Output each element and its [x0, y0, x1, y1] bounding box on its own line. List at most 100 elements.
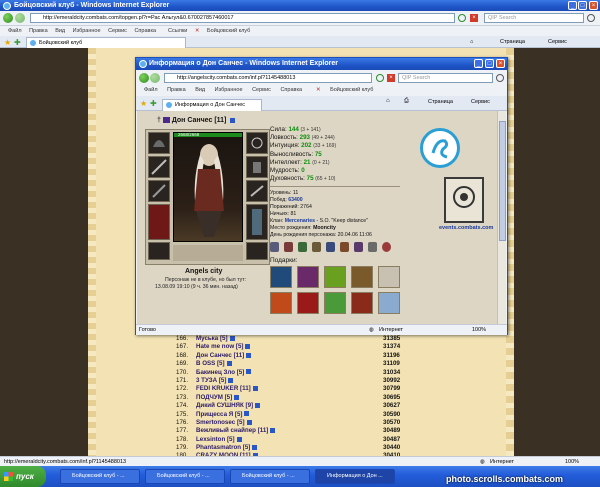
popup-close-button[interactable]: ×	[496, 59, 505, 68]
outer-tools-menu[interactable]: Сервис	[548, 36, 567, 48]
info-icon[interactable]	[234, 394, 240, 400]
info-icon[interactable]	[255, 402, 261, 408]
rank-player-name[interactable]: Муська	[196, 335, 218, 342]
effect-icon[interactable]	[270, 242, 279, 252]
effect-icon[interactable]	[298, 242, 307, 252]
events-banner[interactable]	[444, 177, 484, 223]
events-link[interactable]: events.combats.com	[439, 225, 493, 231]
gift-item[interactable]	[351, 292, 373, 314]
stop-icon[interactable]: ×	[470, 14, 478, 22]
rank-player-name[interactable]: FEDI KRUKER	[196, 385, 238, 392]
add-favorites-icon[interactable]: ✚	[14, 38, 21, 47]
popup-menu-file[interactable]: Файл	[144, 87, 158, 93]
effect-icon[interactable]	[312, 242, 321, 252]
cloak-slot[interactable]	[148, 204, 170, 240]
outer-address-input[interactable]: http://emeraldcity.combats.com/topgen.pl…	[30, 13, 455, 23]
rank-player-name[interactable]: Прищесса Я	[196, 411, 233, 418]
gift-item[interactable]	[297, 266, 319, 288]
boots-slot[interactable]	[246, 242, 268, 260]
rank-player-name[interactable]: Smertonosec	[196, 419, 235, 426]
menu-help[interactable]: Справка	[134, 28, 156, 34]
ring-slot[interactable]	[246, 132, 268, 154]
clan-link[interactable]: Mercenaries	[285, 218, 315, 224]
rank-player-name[interactable]: Дон Санчес	[196, 352, 232, 359]
popup-maximize-button[interactable]: □	[485, 59, 494, 68]
gift-item[interactable]	[378, 292, 400, 314]
popup-menu-help[interactable]: Справка	[280, 87, 302, 93]
gift-item[interactable]	[297, 292, 319, 314]
refresh-icon[interactable]	[458, 14, 466, 22]
info-icon[interactable]	[226, 361, 232, 367]
popup-print-icon[interactable]: ⎙	[404, 98, 409, 105]
info-icon[interactable]	[270, 428, 276, 434]
popup-home-icon[interactable]: ⌂	[386, 98, 390, 104]
popup-refresh-icon[interactable]	[376, 74, 384, 82]
info-icon[interactable]	[246, 419, 252, 425]
info-icon[interactable]	[246, 352, 252, 358]
popup-search-input[interactable]: QIP Search	[398, 73, 493, 83]
search-icon[interactable]	[587, 14, 595, 22]
maximize-button[interactable]: □	[578, 1, 587, 10]
outer-tab[interactable]: Бойцовский клуб	[26, 37, 186, 48]
shield-slot[interactable]	[246, 180, 268, 202]
popup-search-icon[interactable]	[496, 74, 504, 82]
popup-menu-view[interactable]: Вид	[195, 87, 205, 93]
rank-player-name[interactable]: Вежливый снайпер	[196, 427, 256, 434]
effect-icon[interactable]	[368, 242, 377, 252]
popup-scrollbar[interactable]	[497, 111, 506, 324]
effect-icon[interactable]	[354, 242, 363, 252]
taskbar-item-2[interactable]: Бойцовский клуб - ...	[145, 469, 225, 484]
rank-player-name[interactable]: Дикий СУШНЯК	[196, 402, 244, 409]
popup-address-input[interactable]: http://angelscity.combats.com/inf.pl?114…	[164, 73, 372, 83]
popup-stop-icon[interactable]: ×	[387, 74, 395, 82]
popup-links-item[interactable]: Бойцовский клуб	[330, 87, 373, 93]
start-button[interactable]: пуск	[0, 466, 46, 487]
info-icon[interactable]	[230, 117, 236, 123]
rank-player-name[interactable]: Phantasmatron	[196, 444, 241, 451]
menu-tools[interactable]: Сервис	[108, 28, 127, 34]
outer-page-menu[interactable]: Страница	[500, 36, 525, 48]
weapon-slot[interactable]	[148, 156, 170, 178]
effect-icon[interactable]	[382, 242, 391, 252]
info-icon[interactable]	[245, 344, 251, 350]
effect-icon[interactable]	[284, 242, 293, 252]
info-icon[interactable]	[228, 377, 234, 383]
gift-item[interactable]	[270, 266, 292, 288]
home-icon[interactable]: ⌂	[470, 36, 473, 48]
popup-add-favorites-icon[interactable]: ✚	[150, 99, 157, 108]
taskbar-item-3[interactable]: Бойцовский клуб - ...	[230, 469, 310, 484]
menu-edit[interactable]: Правка	[29, 28, 48, 34]
popup-menu-tools[interactable]: Сервис	[252, 87, 271, 93]
popup-minimize-button[interactable]: _	[474, 59, 483, 68]
taskbar-item-4[interactable]: Информация о Дон ...	[315, 469, 395, 484]
info-icon[interactable]	[252, 444, 258, 450]
outer-search-input[interactable]: QIP Search	[484, 13, 584, 23]
belt-slot[interactable]	[148, 242, 170, 260]
favorites-star-icon[interactable]: ★	[4, 38, 11, 47]
popup-menu-favorites[interactable]: Избранное	[215, 87, 243, 93]
popup-scroll-thumb[interactable]	[499, 121, 506, 241]
menu-file[interactable]: Файл	[8, 28, 22, 34]
gloves-slot[interactable]	[246, 156, 268, 178]
rank-player-name[interactable]: 3 ТУЗА	[196, 377, 217, 384]
clan-emblem[interactable]	[420, 128, 460, 168]
close-button[interactable]: ×	[589, 1, 598, 10]
popup-tools-menu[interactable]: Сервис	[471, 99, 490, 105]
back-icon[interactable]	[3, 13, 13, 23]
minimize-button[interactable]: _	[568, 1, 577, 10]
gift-item[interactable]	[270, 292, 292, 314]
helmet-slot[interactable]	[148, 132, 170, 154]
info-icon[interactable]	[236, 436, 242, 442]
rank-player-name[interactable]: Бакинец Зло	[196, 369, 235, 376]
taskbar-item-1[interactable]: Бойцовский клуб - ...	[60, 469, 140, 484]
gift-item[interactable]	[351, 266, 373, 288]
effect-icon[interactable]	[326, 242, 335, 252]
gift-item[interactable]	[324, 292, 346, 314]
rank-player-name[interactable]: ПОДЧУМ	[196, 394, 223, 401]
rank-player-name[interactable]: B OSS	[196, 360, 215, 367]
links-item[interactable]: Бойцовский клуб	[207, 28, 250, 34]
armor-slot[interactable]	[246, 204, 268, 240]
popup-menu-edit[interactable]: Правка	[167, 87, 186, 93]
info-icon[interactable]	[246, 369, 252, 375]
popup-back-icon[interactable]	[139, 73, 149, 83]
